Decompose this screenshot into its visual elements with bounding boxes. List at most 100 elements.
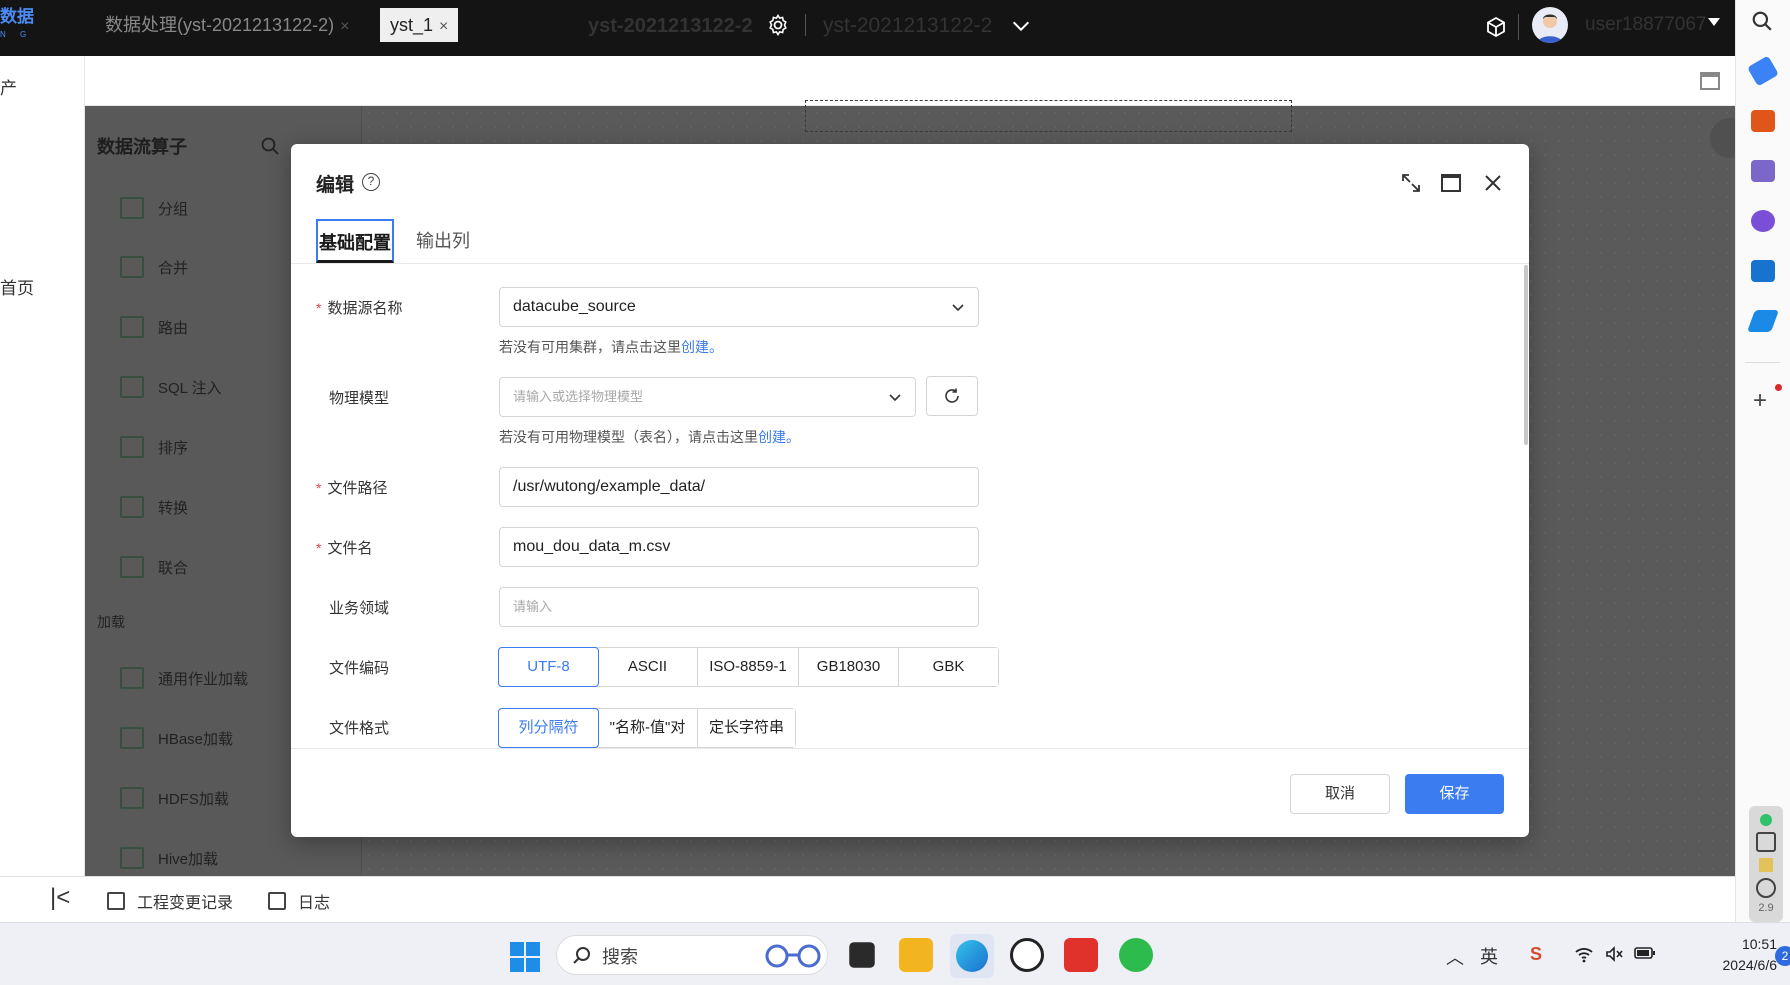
dell-icon[interactable] [1010, 938, 1044, 972]
merge-icon [120, 256, 144, 278]
windows-start-icon[interactable] [510, 942, 540, 972]
sidebar-item-merge[interactable]: 合并 [120, 252, 188, 282]
datasource-hint: 若没有可用集群，请点击这里创建。 [499, 337, 723, 357]
model-select[interactable]: 请输入或选择物理模型 [499, 377, 916, 417]
nav-item-home[interactable]: 首页 [0, 274, 34, 299]
expand-icon[interactable] [1400, 172, 1422, 194]
clock-time[interactable]: 10:51 [1705, 936, 1777, 952]
create-model-link[interactable]: 创建。 [758, 429, 800, 445]
close-icon[interactable]: × [439, 18, 448, 35]
gear-icon[interactable] [766, 13, 790, 37]
change-log-button[interactable]: 工程变更记录 [107, 889, 233, 913]
close-icon[interactable] [1482, 172, 1504, 194]
sidebar-item-label: HDFS加载 [158, 790, 229, 808]
sidebar-item-hdfs-load[interactable]: HDFS加载 [120, 783, 229, 813]
sogou-icon[interactable]: S [1530, 944, 1542, 965]
search-icon[interactable] [260, 136, 280, 156]
sidebar-title: 数据流算子 [97, 137, 187, 157]
path-input[interactable]: /usr/wutong/example_data/ [499, 467, 979, 507]
sidebar-item-hive-load[interactable]: Hive加载 [120, 843, 218, 873]
panel-icon[interactable] [1700, 72, 1720, 90]
brand-text: 数据 [0, 7, 34, 26]
floating-widget[interactable]: 2.9 [1749, 806, 1783, 922]
copilot-icon[interactable] [1751, 210, 1775, 232]
sidebar-item-generic-load[interactable]: 通用作业加载 [120, 663, 248, 693]
filename-label-text: 文件名 [327, 540, 373, 557]
volume-mute-icon[interactable] [1604, 944, 1624, 964]
datasource-select[interactable]: datacube_source [499, 287, 979, 327]
tab-basic-config[interactable]: 基础配置 [316, 219, 394, 263]
chess-icon[interactable] [1751, 160, 1775, 182]
workspace-name[interactable]: yst-2021213122-2 [588, 12, 753, 40]
nav-item-assets[interactable]: 产 [0, 74, 17, 99]
filename-input[interactable]: mou_dou_data_m.csv [499, 527, 979, 567]
refresh-icon [945, 388, 959, 403]
create-cluster-link[interactable]: 创建。 [681, 339, 723, 355]
encoding-option-gbk[interactable]: GBK [899, 648, 998, 686]
battery-icon[interactable] [1634, 945, 1656, 961]
encoding-option-gb18030[interactable]: GB18030 [799, 648, 899, 686]
wechat-icon[interactable] [1119, 938, 1153, 972]
refresh-button[interactable] [926, 376, 978, 416]
cube-icon[interactable] [1484, 15, 1508, 39]
taskbar-search-label: 搜索 [602, 947, 638, 967]
tab-yst-1[interactable]: yst_1 × [380, 8, 459, 42]
sidebar-item-hbase-load[interactable]: HBase加载 [120, 723, 233, 753]
sidebar-section-load: 加载 [97, 614, 125, 630]
chevron-up-icon[interactable]: ︿ [1446, 944, 1464, 970]
domain-input[interactable]: 请输入 [499, 587, 979, 627]
maximize-icon[interactable] [1441, 174, 1461, 192]
canvas-node[interactable] [805, 100, 1292, 132]
sidebar-item-label: HBase加载 [158, 730, 234, 748]
toolbox-icon[interactable] [1751, 110, 1775, 132]
encoding-option-ascii[interactable]: ASCII [598, 648, 698, 686]
model-label: 物理模型 [316, 387, 389, 408]
wps-icon[interactable] [1064, 938, 1098, 972]
tab-label: 数据处理(yst-2021213122-2) [105, 15, 335, 35]
hint-text: 若没有可用物理模型（表名），请点击这里 [499, 429, 758, 445]
taskbar-app-edge[interactable] [950, 934, 994, 978]
folder-icon[interactable] [899, 938, 933, 972]
sidebar-item-label: SQL 注入 [158, 379, 222, 397]
format-option-fixed-length[interactable]: 定长字符串 [698, 709, 795, 747]
sort-icon [120, 436, 144, 458]
add-icon[interactable]: + [1753, 387, 1767, 415]
close-icon[interactable]: × [340, 18, 349, 35]
log-icon [268, 892, 286, 910]
bottom-bar [0, 876, 1735, 922]
username[interactable]: user18877067 [1585, 12, 1707, 38]
ime-indicator[interactable]: 英 [1480, 943, 1498, 969]
tab-data-processing[interactable]: 数据处理(yst-2021213122-2) × [95, 8, 359, 42]
sidebar-item-sql[interactable]: SQL 注入 [120, 372, 222, 402]
collapse-left-icon[interactable]: |< [50, 884, 70, 912]
log-label: 日志 [298, 895, 331, 912]
sidebar-item-transform[interactable]: 转换 [120, 492, 188, 522]
brand-logo[interactable]: 数据 N G [0, 8, 34, 44]
encoding-option-iso88591[interactable]: ISO-8859-1 [698, 648, 799, 686]
sidebar-item-sort[interactable]: 排序 [120, 432, 188, 462]
sidebar-item-group[interactable]: 分组 [120, 193, 188, 223]
search-icon[interactable] [1751, 10, 1773, 32]
notification-badge[interactable]: 2 [1775, 946, 1790, 966]
tab-output-columns[interactable]: 输出列 [416, 219, 470, 263]
encoding-option-utf8[interactable]: UTF-8 [498, 647, 599, 687]
caret-down-icon[interactable] [1708, 18, 1720, 26]
wifi-icon[interactable] [1574, 944, 1594, 964]
chevron-down-icon[interactable] [1010, 15, 1032, 37]
log-button[interactable]: 日志 [268, 889, 330, 913]
avatar[interactable] [1532, 7, 1568, 43]
format-option-key-value[interactable]: "名称-值"对 [598, 709, 698, 747]
divider [1518, 14, 1519, 40]
help-icon[interactable]: ? [362, 173, 380, 191]
save-button[interactable]: 保存 [1405, 774, 1504, 814]
outlook-icon[interactable] [1751, 260, 1775, 282]
sidebar-item-route[interactable]: 路由 [120, 312, 188, 342]
sidebar-item-union[interactable]: 联合 [120, 552, 188, 582]
scrollbar[interactable] [1524, 265, 1528, 445]
taskbar-app-notes[interactable] [849, 942, 875, 968]
format-option-delimiter[interactable]: 列分隔符 [498, 708, 599, 748]
clock-date[interactable]: 2024/6/6 [1677, 957, 1778, 973]
cancel-button[interactable]: 取消 [1290, 774, 1390, 814]
project-selector[interactable]: yst-2021213122-2 [823, 12, 992, 40]
widget-badge: 2.9 [1758, 902, 1774, 914]
